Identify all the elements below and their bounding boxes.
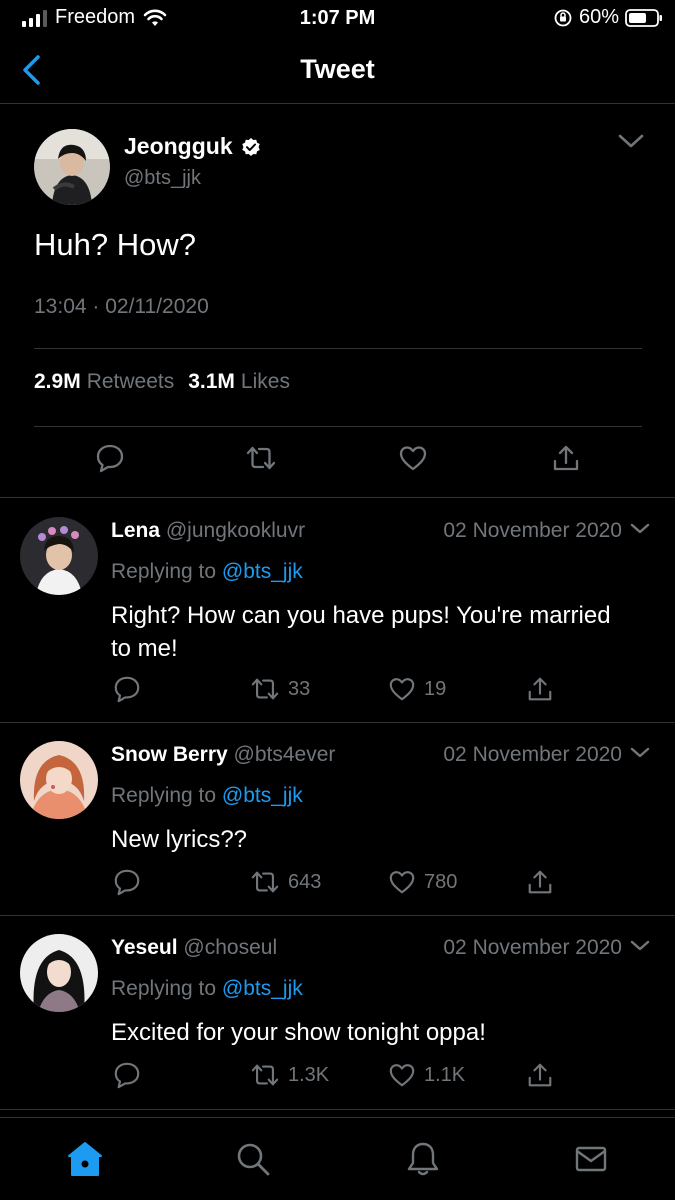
reply-text: Excited for your show tonight oppa! — [111, 1019, 486, 1046]
reply-icon[interactable] — [113, 675, 141, 703]
chevron-down-icon[interactable] — [629, 938, 651, 954]
retweets-count[interactable]: 2.9M — [34, 370, 81, 394]
reply-icon[interactable] — [113, 868, 141, 896]
reply-tweet[interactable]: Snow Berry @bts4ever 02 November 2020 Re… — [0, 723, 675, 916]
divider — [34, 426, 642, 427]
reply-actions: 33 19 — [0, 675, 675, 707]
bottom-tab-bar — [0, 1117, 675, 1200]
likes-label[interactable]: Likes — [241, 370, 290, 394]
mention-link[interactable]: @bts_jjk — [222, 784, 303, 807]
share-icon[interactable] — [526, 675, 554, 703]
retweet-icon[interactable] — [245, 443, 277, 473]
retweet-count: 1.3K — [288, 1063, 330, 1086]
retweet-icon — [250, 675, 280, 703]
retweet-icon — [250, 1061, 280, 1089]
main-tweet: Jeongguk @bts_jjk Huh? How? 13:04 · 02/1… — [0, 105, 675, 498]
reply-date: 02 November 2020 — [443, 743, 622, 766]
avatar[interactable] — [20, 934, 98, 1012]
avatar[interactable] — [20, 517, 98, 595]
reply-author-handle[interactable]: @choseul — [183, 936, 277, 959]
retweet-count: 33 — [288, 677, 311, 700]
orientation-lock-icon — [553, 8, 573, 28]
share-icon[interactable] — [526, 1061, 554, 1089]
retweet-icon — [250, 868, 280, 896]
mention-link[interactable]: @bts_jjk — [222, 977, 303, 1000]
like-count: 19 — [424, 677, 447, 700]
heart-icon — [388, 868, 416, 896]
tweet-timestamp: 13:04 · 02/11/2020 — [34, 295, 209, 318]
replying-to: Replying to @bts_jjk — [111, 560, 303, 584]
heart-icon[interactable] — [398, 443, 428, 473]
tweet-actions — [0, 443, 675, 483]
chevron-down-icon[interactable] — [629, 521, 651, 537]
page-title: Tweet — [300, 54, 375, 84]
like-button[interactable]: 1.1K — [388, 1061, 465, 1089]
mail-icon[interactable] — [572, 1140, 610, 1178]
like-button[interactable]: 19 — [388, 675, 446, 703]
retweet-button[interactable]: 1.3K — [250, 1061, 329, 1089]
heart-icon — [388, 675, 416, 703]
retweet-count: 643 — [288, 870, 322, 893]
reply-actions: 643 780 — [0, 868, 675, 900]
likes-count[interactable]: 3.1M — [188, 370, 235, 394]
tweet-text: Huh? How? — [34, 227, 196, 262]
top-nav: Tweet — [0, 40, 675, 104]
mention-link[interactable]: @bts_jjk — [222, 560, 303, 583]
divider — [34, 348, 642, 349]
retweet-button[interactable]: 33 — [250, 675, 310, 703]
battery-percent: 60% — [578, 6, 619, 28]
reply-text: New lyrics?? — [111, 826, 248, 853]
replying-to: Replying to @bts_jjk — [111, 977, 303, 1001]
chevron-down-icon[interactable] — [617, 133, 645, 151]
reply-date: 02 November 2020 — [443, 519, 622, 542]
reply-author-name[interactable]: Yeseul — [111, 936, 178, 959]
replying-to: Replying to @bts_jjk — [111, 784, 303, 808]
verified-badge-icon — [241, 137, 261, 157]
tweet-stats: 2.9M Retweets 3.1M Likes — [34, 370, 298, 394]
replying-to-prefix: Replying to — [111, 560, 217, 583]
reply-tweet[interactable]: Yeseul @choseul 02 November 2020 Replyin… — [0, 916, 675, 1110]
reply-date: 02 November 2020 — [443, 936, 622, 959]
avatar[interactable] — [34, 129, 110, 205]
replying-to-prefix: Replying to — [111, 784, 217, 807]
reply-author-name[interactable]: Lena — [111, 519, 160, 542]
author-name[interactable]: Jeongguk — [124, 133, 233, 160]
share-icon[interactable] — [526, 868, 554, 896]
battery-icon — [625, 8, 663, 28]
reply-author-name[interactable]: Snow Berry — [111, 743, 228, 766]
search-icon[interactable] — [234, 1140, 272, 1178]
reply-author-handle[interactable]: @bts4ever — [234, 743, 336, 766]
share-icon[interactable] — [551, 443, 581, 473]
like-count: 780 — [424, 870, 458, 893]
retweet-button[interactable]: 643 — [250, 868, 321, 896]
reply-tweet[interactable]: Lena @jungkookluvr 02 November 2020 Repl… — [0, 499, 675, 723]
chevron-down-icon[interactable] — [629, 745, 651, 761]
like-count: 1.1K — [424, 1063, 466, 1086]
status-bar: Freedom 1:07 PM 60% — [0, 0, 675, 38]
bell-icon[interactable] — [404, 1140, 442, 1178]
reply-icon[interactable] — [95, 443, 125, 473]
reply-actions: 1.3K 1.1K — [0, 1061, 675, 1093]
replying-to-prefix: Replying to — [111, 977, 217, 1000]
like-button[interactable]: 780 — [388, 868, 457, 896]
reply-text: Right? How can you have pups! You're mar… — [111, 602, 611, 662]
retweets-label[interactable]: Retweets — [87, 370, 175, 394]
heart-icon — [388, 1061, 416, 1089]
reply-author-handle[interactable]: @jungkookluvr — [166, 519, 305, 542]
author-handle[interactable]: @bts_jjk — [124, 167, 201, 190]
reply-icon[interactable] — [113, 1061, 141, 1089]
avatar[interactable] — [20, 741, 98, 819]
home-icon[interactable] — [66, 1140, 104, 1178]
